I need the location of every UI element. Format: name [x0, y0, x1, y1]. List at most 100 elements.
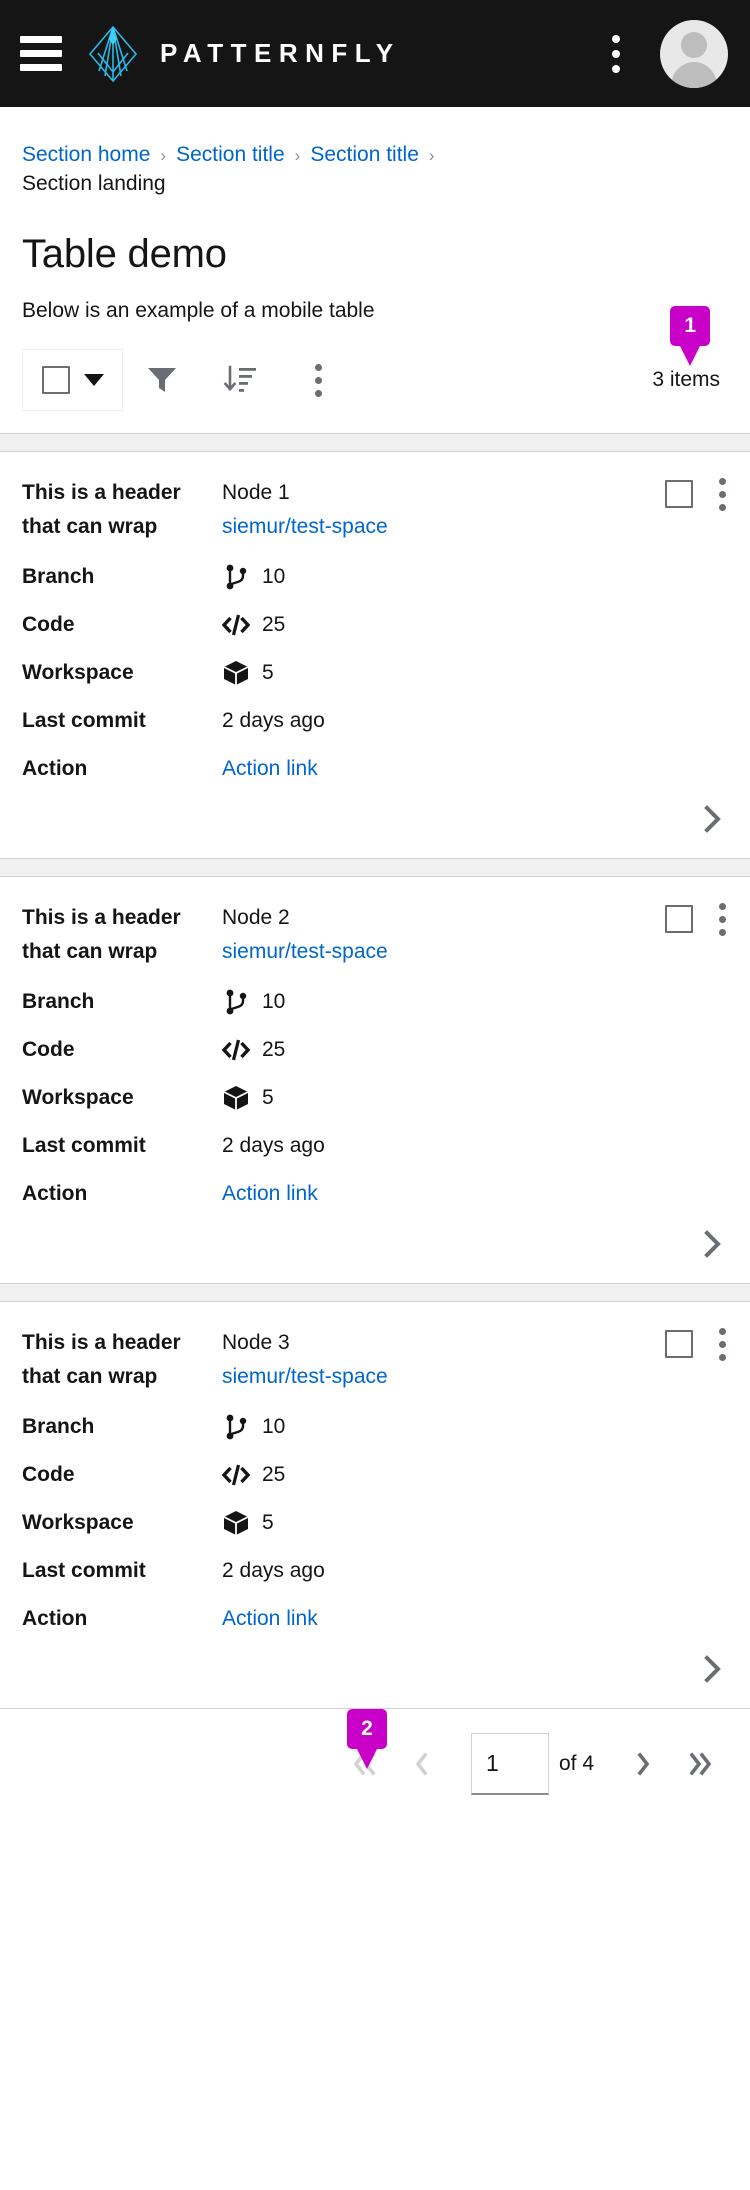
action-link[interactable]: Action link	[222, 1604, 318, 1634]
field-label-last-commit: Last commit	[22, 1559, 146, 1582]
chevron-right-icon[interactable]	[702, 1654, 724, 1684]
field-value-code: 25	[222, 1460, 285, 1490]
breadcrumb-separator-icon: ›	[294, 146, 301, 165]
code-icon	[222, 1039, 250, 1061]
field-value-action: Action link	[222, 754, 318, 784]
field-value-code: 25	[222, 610, 285, 640]
repo-link[interactable]: siemur/test-space	[222, 510, 665, 544]
pagination-page-input[interactable]	[470, 1732, 549, 1795]
node-label: Node 2	[222, 906, 290, 929]
cube-icon	[223, 1511, 249, 1535]
page-content: Section home › Section title › Section title…	[0, 107, 750, 411]
angle-left-icon	[415, 1751, 428, 1776]
code-count: 25	[262, 1038, 286, 1061]
annotation-badge-1: 1	[670, 306, 711, 366]
field-value-workspace: 5	[222, 1508, 274, 1538]
row-field-branch: Branch 10	[22, 987, 728, 1017]
row-field-last-commit: Last commit 2 days ago	[22, 706, 728, 736]
patternfly-logo-icon	[88, 25, 138, 82]
workspace-count: 5	[262, 661, 274, 684]
row-select-checkbox[interactable]	[665, 480, 693, 508]
table-row-header: This is a header that can wrap Node 1 si…	[22, 476, 728, 544]
field-value-last-commit: 2 days ago	[222, 1559, 325, 1582]
row-field-last-commit: Last commit 2 days ago	[22, 1556, 728, 1586]
page-subtitle: Below is an example of a mobile table	[22, 299, 375, 322]
code-count: 25	[262, 1463, 286, 1486]
user-avatar-icon[interactable]	[660, 19, 728, 88]
annotation-badge-2: 2	[347, 1709, 387, 1769]
row-field-workspace: Workspace 5	[22, 1508, 728, 1538]
field-value-action: Action link	[222, 1604, 318, 1634]
pagination: 2 of 4	[0, 1708, 750, 1818]
table-row-footer	[22, 784, 728, 840]
field-value-code: 25	[222, 1035, 285, 1065]
breadcrumb: Section home › Section title › Section title…	[22, 107, 728, 198]
row-field-code: Code 25	[22, 610, 728, 640]
table-toolbar: 1 3 items	[22, 306, 728, 411]
branch-count: 10	[262, 1415, 286, 1438]
code-icon	[222, 614, 250, 636]
breadcrumb-item-1[interactable]: Section title	[176, 143, 285, 166]
field-label-workspace: Workspace	[22, 1511, 134, 1534]
toolbar-kebab-button[interactable]	[279, 349, 357, 411]
row-field-last-commit: Last commit 2 days ago	[22, 1131, 728, 1161]
table-row-header: This is a header that can wrap Node 2 si…	[22, 901, 728, 969]
field-label-last-commit: Last commit	[22, 709, 146, 732]
breadcrumb-separator-icon: ›	[428, 146, 435, 165]
table-row-node: Node 2 siemur/test-space	[222, 901, 665, 969]
bulk-select-checkbox[interactable]	[41, 366, 70, 394]
masthead: PATTERNFLY	[0, 0, 750, 107]
field-label-action: Action	[22, 757, 88, 780]
brand-name: PATTERNFLY	[160, 38, 401, 68]
chevron-down-icon	[83, 374, 104, 386]
table-row-node: Node 3 siemur/test-space	[222, 1326, 665, 1394]
field-label-action: Action	[22, 1607, 88, 1630]
row-field-workspace: Workspace 5	[22, 1083, 728, 1113]
table-row-node: Node 1 siemur/test-space	[222, 476, 665, 544]
angle-double-right-icon	[689, 1751, 712, 1776]
row-kebab-button[interactable]	[719, 903, 726, 936]
field-value-workspace: 5	[222, 658, 274, 688]
code-branch-icon	[226, 1414, 247, 1440]
row-kebab-button[interactable]	[719, 1328, 726, 1361]
field-value-last-commit: 2 days ago	[222, 1134, 325, 1157]
row-select-checkbox[interactable]	[665, 1330, 693, 1358]
pagination-last-button[interactable]	[672, 1736, 728, 1792]
chevron-right-icon[interactable]	[702, 1229, 724, 1259]
table-row[interactable]: This is a header that can wrap Node 1 si…	[0, 452, 750, 858]
field-label-branch: Branch	[22, 1415, 95, 1438]
node-label: Node 1	[222, 481, 290, 504]
repo-link[interactable]: siemur/test-space	[222, 935, 665, 969]
pagination-prev-button[interactable]	[393, 1736, 449, 1792]
filter-button[interactable]	[123, 349, 201, 411]
field-value-action: Action link	[222, 1179, 318, 1209]
bulk-select-dropdown[interactable]	[22, 349, 123, 411]
breadcrumb-item-current: Section landing	[22, 172, 166, 195]
action-link[interactable]: Action link	[222, 754, 318, 784]
code-icon	[222, 1464, 250, 1486]
page-title: Table demo	[22, 232, 227, 276]
row-separator	[0, 433, 750, 452]
pagination-next-button[interactable]	[616, 1736, 672, 1792]
breadcrumb-item-0[interactable]: Section home	[22, 143, 150, 166]
chevron-right-icon[interactable]	[702, 804, 724, 834]
field-label-last-commit: Last commit	[22, 1134, 146, 1157]
breadcrumb-item-2[interactable]: Section title	[310, 143, 419, 166]
breadcrumb-separator-icon: ›	[160, 146, 167, 165]
row-kebab-button[interactable]	[719, 478, 726, 511]
action-link[interactable]: Action link	[222, 1179, 318, 1209]
row-field-branch: Branch 10	[22, 562, 728, 592]
table-row-title: This is a header that can wrap	[22, 1331, 181, 1388]
code-branch-icon	[226, 564, 247, 590]
repo-link[interactable]: siemur/test-space	[222, 1360, 665, 1394]
table-row[interactable]: This is a header that can wrap Node 2 si…	[0, 877, 750, 1283]
masthead-kebab-icon[interactable]	[594, 28, 638, 80]
hamburger-menu-icon[interactable]	[20, 32, 64, 76]
row-select-checkbox[interactable]	[665, 905, 693, 933]
brand[interactable]: PATTERNFLY	[86, 23, 594, 85]
field-label-code: Code	[22, 1038, 75, 1061]
table-row-title: This is a header that can wrap	[22, 906, 181, 963]
field-label-workspace: Workspace	[22, 1086, 134, 1109]
table-row[interactable]: This is a header that can wrap Node 3 si…	[0, 1302, 750, 1708]
sort-button[interactable]	[201, 349, 279, 411]
